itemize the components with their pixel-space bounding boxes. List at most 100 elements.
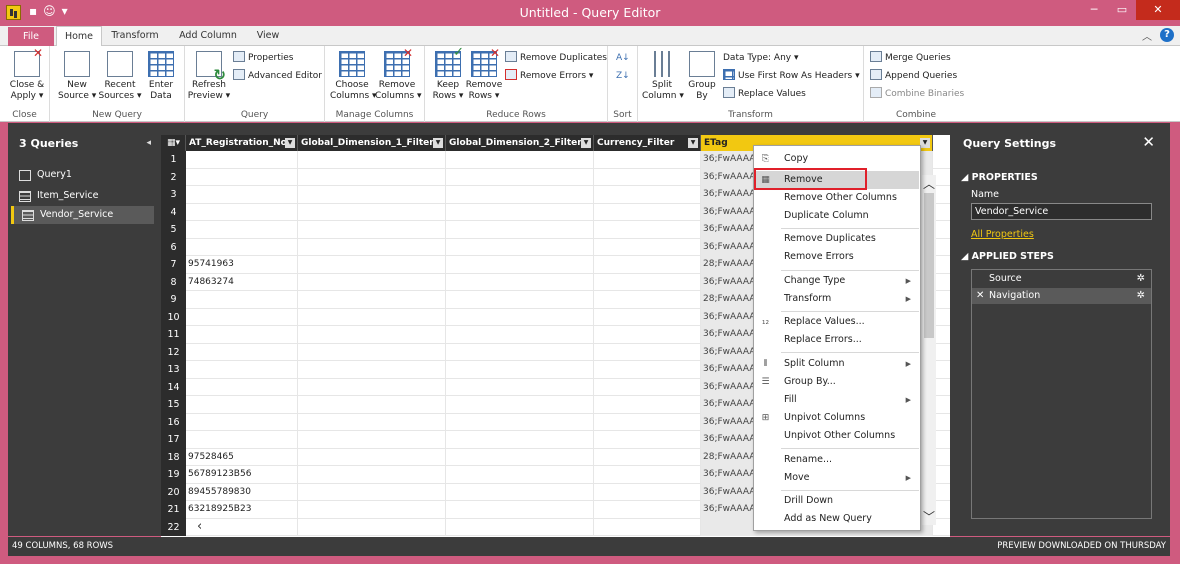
table-cell[interactable] [594, 186, 701, 204]
row-number[interactable]: 19 [161, 466, 186, 484]
table-cell[interactable] [298, 256, 446, 274]
filter-dropdown-icon[interactable]: ▼ [688, 138, 698, 148]
filter-dropdown-icon[interactable]: ▼ [920, 138, 930, 148]
table-cell[interactable] [594, 448, 701, 466]
applied-steps-section[interactable]: ◢ APPLIED STEPS [961, 251, 1054, 262]
table-cell[interactable] [594, 466, 701, 484]
table-cell[interactable] [298, 203, 446, 221]
column-header-global-dimension-1-filter[interactable]: Global_Dimension_1_Filter ▼ [298, 135, 446, 151]
row-number[interactable]: 4 [161, 203, 186, 221]
row-number[interactable]: 21 [161, 501, 186, 519]
column-header-at-registration-no[interactable]: AT_Registration_No ▼ [186, 135, 298, 151]
table-cell[interactable] [594, 501, 701, 519]
table-cell[interactable] [298, 448, 446, 466]
query-item-vendor-service[interactable]: Vendor_Service [11, 206, 154, 224]
menu-item-split-column[interactable]: ⫴ Split Column ▶ [755, 355, 919, 373]
keep-rows-button[interactable]: Keep Rows ▾ [430, 47, 466, 102]
help-icon[interactable]: ? [1160, 28, 1174, 42]
menu-item-move[interactable]: Move ▶ [755, 469, 919, 487]
tab-home[interactable]: Home [56, 26, 102, 47]
table-cell[interactable] [298, 501, 446, 519]
table-cell[interactable] [446, 256, 594, 274]
menu-item-transform[interactable]: Transform ▶ [755, 290, 919, 308]
table-cell[interactable] [594, 431, 701, 449]
maximize-button[interactable]: ▭ [1108, 0, 1136, 20]
row-number[interactable]: 12 [161, 343, 186, 361]
table-cell[interactable] [594, 396, 701, 414]
table-cell[interactable] [186, 291, 298, 309]
choose-columns-button[interactable]: Choose Columns ▾ [330, 51, 377, 102]
close-window-button[interactable]: ✕ [1136, 0, 1180, 20]
filter-dropdown-icon[interactable]: ▼ [285, 138, 295, 148]
table-cell[interactable] [446, 151, 594, 169]
row-number[interactable]: 9 [161, 291, 186, 309]
table-cell[interactable] [446, 413, 594, 431]
table-cell[interactable] [446, 168, 594, 186]
row-number[interactable]: 6 [161, 238, 186, 256]
filter-dropdown-icon[interactable]: ▼ [433, 138, 443, 148]
tab-transform[interactable]: Transform [106, 26, 164, 46]
table-cell[interactable]: 89455789830 [186, 483, 298, 501]
table-menu-icon[interactable]: ▦▾ [161, 135, 186, 151]
minimize-button[interactable]: ─ [1080, 0, 1108, 20]
table-cell[interactable] [446, 466, 594, 484]
table-cell[interactable]: 56789123B56 [186, 466, 298, 484]
row-number[interactable]: 5 [161, 221, 186, 239]
table-cell[interactable] [446, 221, 594, 239]
table-cell[interactable] [186, 238, 298, 256]
row-number[interactable]: 1 [161, 151, 186, 169]
use-first-row-headers-button[interactable]: Use First Row As Headers ▾ [723, 68, 860, 84]
menu-item-duplicate-column[interactable]: Duplicate Column [755, 207, 919, 225]
table-cell[interactable] [446, 448, 594, 466]
table-cell[interactable] [594, 308, 701, 326]
table-cell[interactable] [594, 291, 701, 309]
table-cell[interactable] [186, 518, 298, 536]
row-number[interactable]: 10 [161, 308, 186, 326]
remove-duplicates-button[interactable]: Remove Duplicates [505, 50, 607, 66]
table-cell[interactable] [298, 221, 446, 239]
table-cell[interactable] [298, 308, 446, 326]
table-cell[interactable] [298, 396, 446, 414]
table-cell[interactable] [446, 396, 594, 414]
new-source-button[interactable]: New Source ▾ [58, 51, 96, 102]
filter-dropdown-icon[interactable]: ▼ [581, 138, 591, 148]
close-icon[interactable]: ✕ [1142, 133, 1155, 151]
table-cell[interactable] [446, 326, 594, 344]
menu-item-change-type[interactable]: Change Type ▶ [755, 272, 919, 290]
table-cell[interactable] [186, 378, 298, 396]
row-number[interactable]: 16 [161, 413, 186, 431]
table-cell[interactable] [186, 396, 298, 414]
table-cell[interactable] [298, 273, 446, 291]
scroll-left-icon[interactable]: ‹ [197, 519, 202, 534]
table-cell[interactable]: 95741963 [186, 256, 298, 274]
merge-queries-button[interactable]: Merge Queries [870, 50, 951, 66]
collapse-queries-icon[interactable]: ◂ [146, 138, 151, 148]
row-number[interactable]: 18 [161, 448, 186, 466]
row-number[interactable]: 7 [161, 256, 186, 274]
table-cell[interactable] [446, 361, 594, 379]
table-cell[interactable] [446, 186, 594, 204]
scrollbar-thumb[interactable] [924, 193, 934, 338]
advanced-editor-button[interactable]: Advanced Editor [233, 68, 322, 84]
table-cell[interactable] [186, 361, 298, 379]
table-cell[interactable] [594, 238, 701, 256]
row-number[interactable]: 15 [161, 396, 186, 414]
query-item-item-service[interactable]: Item_Service [11, 187, 154, 205]
row-number[interactable]: 2 [161, 168, 186, 186]
row-number[interactable]: 3 [161, 186, 186, 204]
table-cell[interactable] [446, 291, 594, 309]
menu-item-drill-down[interactable]: Drill Down [755, 492, 919, 510]
table-cell[interactable] [594, 203, 701, 221]
table-cell[interactable] [446, 501, 594, 519]
table-cell[interactable] [446, 238, 594, 256]
row-number[interactable]: 14 [161, 378, 186, 396]
group-by-button[interactable]: Group By [684, 51, 720, 102]
table-cell[interactable] [446, 273, 594, 291]
table-cell[interactable] [594, 151, 701, 169]
row-number[interactable]: 20 [161, 483, 186, 501]
table-cell[interactable] [594, 256, 701, 274]
step-source[interactable]: Source ✲ [972, 271, 1151, 287]
table-cell[interactable] [446, 203, 594, 221]
menu-item-replace-errors[interactable]: Replace Errors... [755, 331, 919, 349]
table-cell[interactable] [186, 168, 298, 186]
